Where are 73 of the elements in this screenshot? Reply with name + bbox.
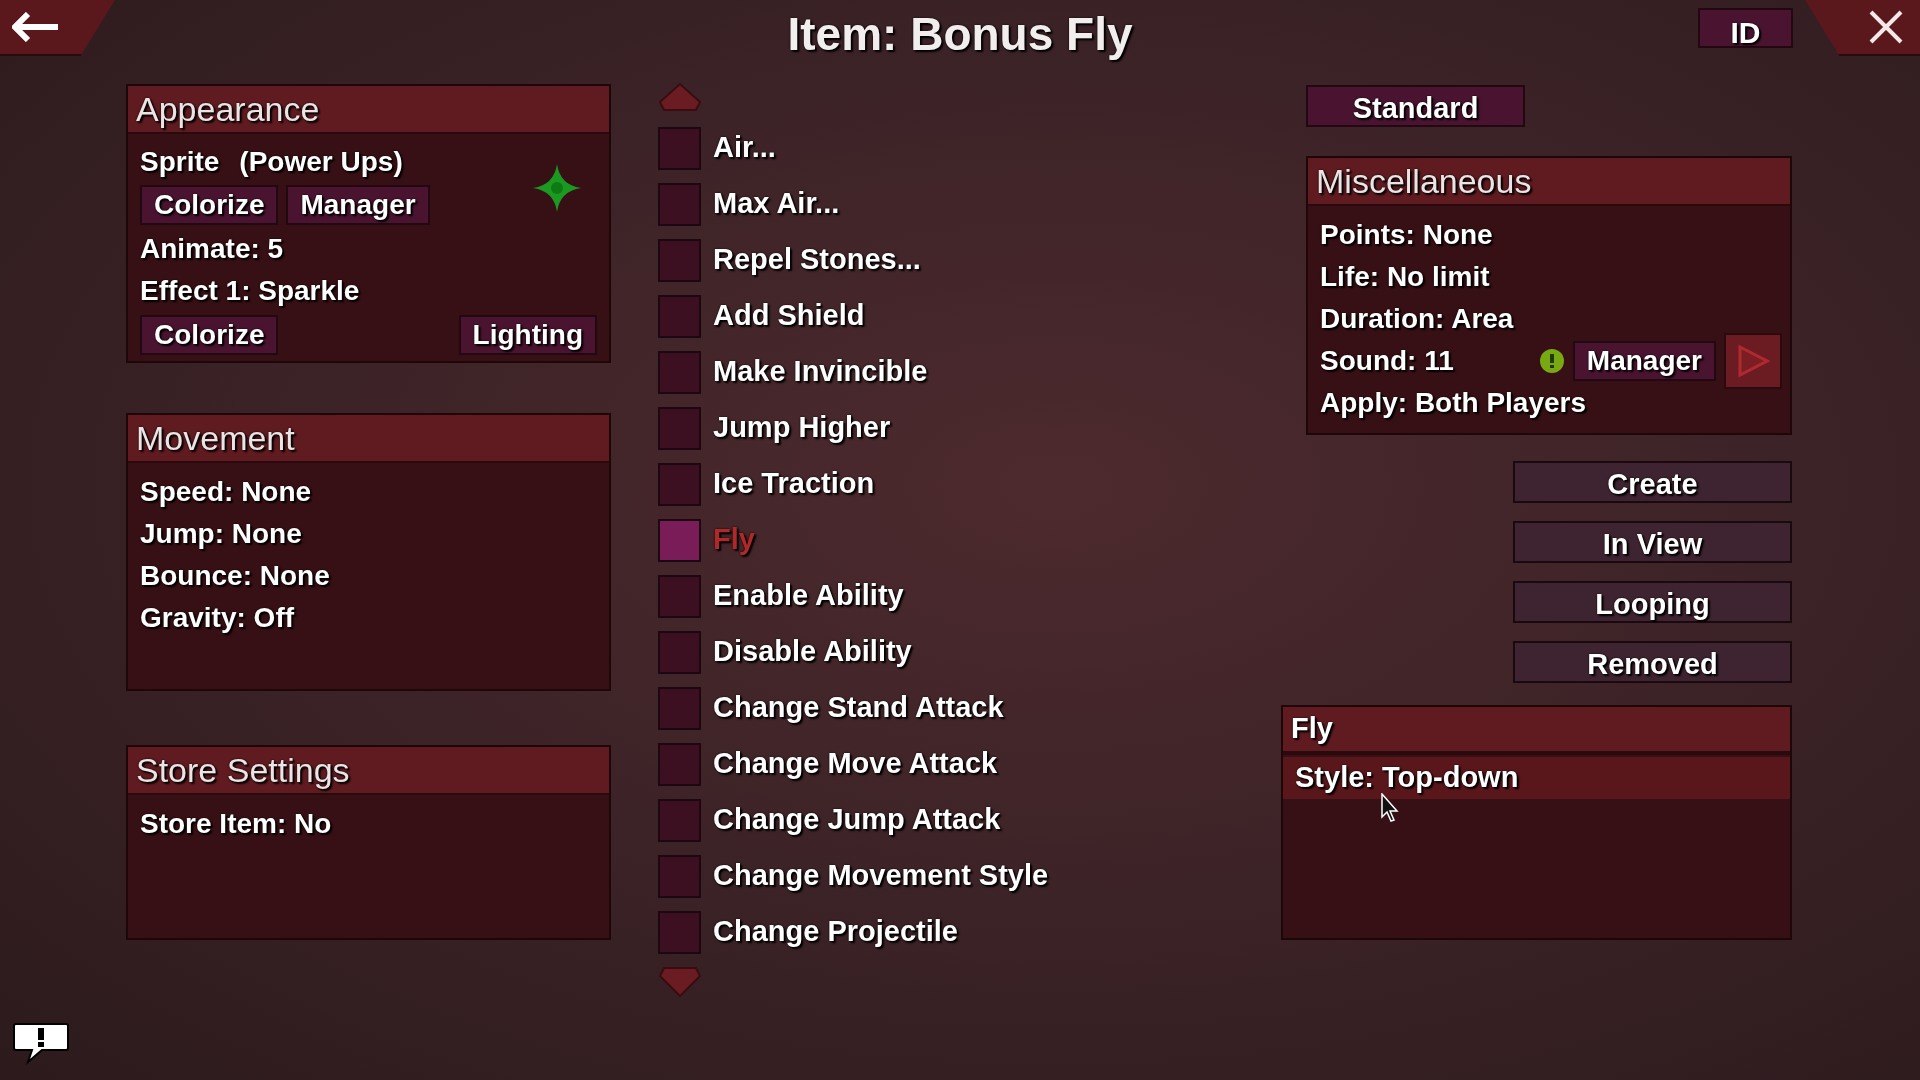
action-button[interactable]: Looping — [1513, 581, 1792, 623]
panel-button[interactable]: Colorize — [140, 185, 279, 225]
effect-label[interactable]: Repel Stones... — [713, 238, 921, 282]
effect-label[interactable]: Change Projectile — [713, 910, 958, 954]
mouse-cursor-icon — [1381, 793, 1401, 823]
setting-text[interactable]: Bounce: None — [140, 555, 330, 597]
play-icon — [1736, 344, 1770, 378]
setting-text[interactable]: Apply: Both Players — [1320, 382, 1587, 424]
setting-text[interactable]: Animate: 5 — [140, 228, 284, 270]
setting-text[interactable]: Effect 1: Sparkle — [140, 270, 360, 312]
checkbox[interactable] — [658, 798, 701, 842]
row-text[interactable]: Style: Top-down — [1295, 756, 1519, 800]
id-button[interactable]: ID — [1698, 8, 1793, 48]
effect-label[interactable]: Change Move Attack — [713, 742, 998, 786]
setting-text[interactable]: Life: No limit — [1320, 256, 1490, 298]
effect-label[interactable]: Change Jump Attack — [713, 798, 1001, 842]
panel-title: Store Settings — [136, 749, 350, 791]
panel-title: Movement — [136, 417, 295, 459]
checkbox[interactable] — [658, 630, 701, 674]
effect-label[interactable]: Make Invincible — [713, 350, 928, 394]
setting-text[interactable]: Store Item: No — [140, 803, 332, 845]
checkbox[interactable] — [658, 910, 701, 954]
checkbox[interactable] — [658, 518, 701, 562]
checkbox[interactable] — [658, 294, 701, 338]
sprite-category[interactable]: (Power Ups) — [239, 141, 403, 183]
setting-text[interactable]: Speed: None — [140, 471, 312, 513]
checkbox[interactable] — [658, 238, 701, 282]
checkbox[interactable] — [658, 854, 701, 898]
checkbox[interactable] — [658, 742, 701, 786]
back-button[interactable] — [0, 0, 115, 56]
alert-dot-icon — [1538, 348, 1565, 374]
effect-label[interactable]: Add Shield — [713, 294, 865, 338]
panel-button[interactable]: Manager — [1572, 341, 1716, 381]
setting-text[interactable]: Points: None — [1320, 214, 1493, 256]
sprite-label: Sprite — [140, 145, 220, 179]
checkbox[interactable] — [658, 182, 701, 226]
action-button[interactable]: Create — [1513, 461, 1792, 503]
checkbox[interactable] — [658, 462, 701, 506]
effect-label[interactable]: Max Air... — [713, 182, 840, 226]
mode-button[interactable]: Standard — [1306, 85, 1525, 127]
window-title: Item: Bonus Fly — [787, 6, 1133, 62]
setting-text[interactable]: Jump: None — [140, 513, 302, 555]
panel-button[interactable]: Colorize — [140, 315, 279, 355]
effect-label[interactable]: Air... — [713, 126, 776, 170]
back-arrow-icon — [12, 12, 60, 42]
effect-label[interactable]: Change Movement Style — [713, 854, 1049, 898]
panel-title: Fly — [1291, 711, 1333, 747]
close-icon — [1868, 9, 1904, 45]
effect-label[interactable]: Change Stand Attack — [713, 686, 1004, 730]
panel-button[interactable]: Manager — [286, 185, 430, 225]
effect-label[interactable]: Enable Ability — [713, 574, 904, 618]
effect-label[interactable]: Ice Traction — [713, 462, 875, 506]
panel-title: Appearance — [136, 88, 320, 130]
scroll-down-icon[interactable] — [658, 966, 702, 998]
action-button[interactable]: In View — [1513, 521, 1792, 563]
play-button[interactable] — [1724, 333, 1782, 389]
checkbox[interactable] — [658, 574, 701, 618]
checkbox[interactable] — [658, 126, 701, 170]
setting-text[interactable]: Sound: 11 — [1320, 340, 1454, 382]
checkbox[interactable] — [658, 686, 701, 730]
panel-title: Miscellaneous — [1316, 160, 1532, 202]
list-row[interactable]: Style: Top-down — [1283, 757, 1790, 799]
panel-button[interactable]: Lighting — [458, 315, 597, 355]
effect-label[interactable]: Disable Ability — [713, 630, 912, 674]
close-button[interactable] — [1805, 0, 1920, 56]
setting-text[interactable]: Gravity: Off — [140, 597, 295, 639]
checkbox[interactable] — [658, 350, 701, 394]
action-button[interactable]: Removed — [1513, 641, 1792, 683]
feedback-icon[interactable] — [12, 1022, 70, 1066]
checkbox[interactable] — [658, 406, 701, 450]
scroll-up-icon[interactable] — [658, 82, 702, 112]
effect-label[interactable]: Jump Higher — [713, 406, 891, 450]
setting-text[interactable]: Duration: Area — [1320, 298, 1514, 340]
